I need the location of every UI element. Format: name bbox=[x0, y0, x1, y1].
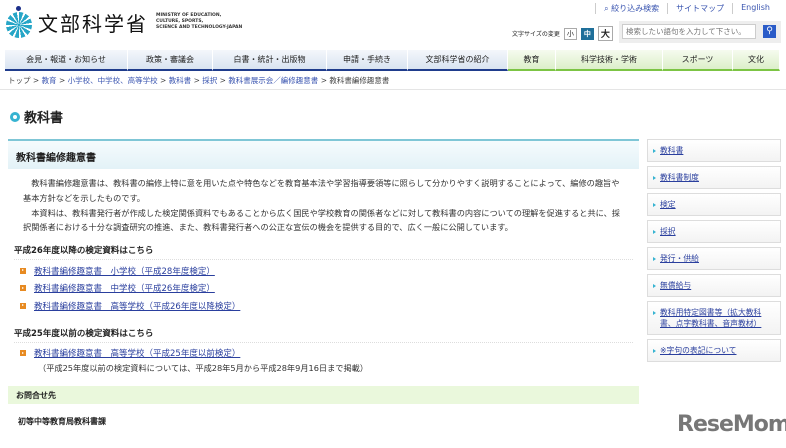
sidebar-item-system[interactable]: 教科書制度 bbox=[660, 173, 699, 182]
font-size-label: 文字サイズの変更 bbox=[512, 31, 560, 38]
sidebar-item-publishing[interactable]: 発行・供給 bbox=[660, 254, 699, 263]
logo-english: MINISTRY OF EDUCATION, CULTURE, SPORTS, SC… bbox=[156, 13, 243, 30]
main-content: 教科書編修趣意書 教科書編修趣意書は、教科書の編修上特に意を用いた点や特色などを… bbox=[8, 139, 639, 427]
nav-about[interactable]: 文部科学省の紹介 bbox=[408, 50, 508, 71]
divider bbox=[0, 89, 786, 90]
link-elementary[interactable]: 教科書編修趣意書 小学校（平成28年度検定） bbox=[34, 265, 215, 277]
nav-science[interactable]: 科学技術・学術 bbox=[556, 50, 663, 71]
breadcrumb-education[interactable]: 教育 bbox=[42, 76, 57, 85]
breadcrumb-textbooks[interactable]: 教科書 bbox=[169, 76, 192, 85]
font-size-small[interactable]: 小 bbox=[563, 27, 577, 40]
nav-culture[interactable]: 文化 bbox=[733, 50, 780, 71]
breadcrumb-schools[interactable]: 小学校、中学校、高等学校 bbox=[68, 76, 158, 85]
section-heading: 教科書編修趣意書 bbox=[8, 139, 639, 169]
link-high-school-old[interactable]: 教科書編修趣意書 高等学校（平成25年度以前検定） bbox=[34, 347, 240, 359]
list-item: 教科書編修趣意書 高等学校（平成26年度以降検定） bbox=[20, 297, 639, 315]
breadcrumb-top[interactable]: トップ bbox=[8, 76, 31, 85]
logo-emblem-icon bbox=[6, 6, 32, 38]
breadcrumb-adoption[interactable]: 採択 bbox=[202, 76, 217, 85]
filter-search-link[interactable]: ⌕ 絞り込み検索 bbox=[595, 3, 667, 14]
logo-text: 文部科学省 bbox=[38, 11, 148, 36]
nav-education[interactable]: 教育 bbox=[508, 50, 556, 71]
arrow-bullet-icon bbox=[20, 350, 26, 357]
top-links: ⌕ 絞り込み検索 サイトマップ English bbox=[595, 3, 778, 14]
section-2014-onwards-title: 平成26年度以降の検定資料はこちら bbox=[14, 244, 633, 261]
breadcrumb-current: 教科書編修趣意書 bbox=[329, 76, 390, 85]
sidebar-item-adoption[interactable]: 採択 bbox=[660, 227, 676, 236]
sidebar-item-special-books[interactable]: 教科用特定図書等（拡大教科書、点字教科書、音声教材） bbox=[660, 308, 761, 328]
nav-press[interactable]: 会見・報道・お知らせ bbox=[5, 50, 128, 71]
section-2013-before-title: 平成25年度以前の検定資料はこちら bbox=[14, 327, 633, 343]
sidebar-item-textbooks[interactable]: 教科書 bbox=[660, 146, 683, 155]
circle-bullet-icon bbox=[10, 111, 20, 122]
link-junior-high[interactable]: 教科書編修趣意書 中学校（平成26年度検定） bbox=[34, 282, 215, 294]
intro-text: 教科書編修趣意書は、教科書の編修上特に意を用いた点や特色などを教育基本法や学習指… bbox=[23, 178, 620, 233]
breadcrumb-exhibition[interactable]: 教科書展示会／編修趣意書 bbox=[228, 76, 318, 85]
sidebar-item-free-supply[interactable]: 無償給与 bbox=[660, 281, 691, 290]
contact-department: 初等中等教育局教科書課 bbox=[18, 417, 106, 427]
search-icon: ⚲ bbox=[766, 26, 773, 36]
sidebar-item-authorization[interactable]: 検定 bbox=[660, 200, 676, 209]
arrow-bullet-icon bbox=[20, 302, 26, 309]
publication-note: （平成25年度以前の検定資料については、平成28年5月から平成28年9月16日ま… bbox=[38, 363, 369, 374]
search-box: ⚲ bbox=[619, 21, 781, 43]
nav-applications[interactable]: 申請・手続き bbox=[327, 50, 408, 71]
contact-heading: お問合せ先 bbox=[8, 386, 639, 405]
nav-policy[interactable]: 政策・審議会 bbox=[128, 50, 213, 71]
search-button[interactable]: ⚲ bbox=[763, 25, 776, 38]
resemom-watermark: ReseMom bbox=[677, 412, 786, 437]
link-high-school[interactable]: 教科書編修趣意書 高等学校（平成26年度以降検定） bbox=[34, 300, 240, 312]
ministry-logo[interactable]: 文部科学省 MINISTRY OF EDUCATION, CULTURE, SPO… bbox=[6, 6, 242, 38]
nav-sports[interactable]: スポーツ bbox=[663, 50, 733, 71]
sitemap-link[interactable]: サイトマップ bbox=[667, 3, 732, 14]
sidebar-item-notation[interactable]: ※字句の表記について bbox=[660, 346, 736, 355]
search-input[interactable] bbox=[622, 24, 756, 39]
breadcrumb: トップ > 教育 > 小学校、中学校、高等学校 > 教科書 > 採択 > 教科書… bbox=[8, 76, 390, 85]
page-title: 教科書 bbox=[10, 107, 63, 126]
list-item: 教科書編修趣意書 中学校（平成26年度検定） bbox=[20, 280, 639, 298]
arrow-bullet-icon bbox=[20, 285, 26, 292]
font-size-medium[interactable]: 中 bbox=[580, 27, 594, 40]
arrow-bullet-icon bbox=[20, 267, 26, 274]
font-size-large[interactable]: 大 bbox=[597, 26, 613, 41]
font-size-switcher: 文字サイズの変更 小 中 大 bbox=[512, 26, 613, 41]
english-link[interactable]: English bbox=[732, 3, 778, 14]
list-item: 教科書編修趣意書 高等学校（平成25年度以前検定） bbox=[20, 345, 639, 363]
global-nav: 会見・報道・お知らせ 政策・審議会 白書・統計・出版物 申請・手続き 文部科学省… bbox=[5, 50, 780, 71]
sidebar: 教科書 教科書制度 検定 採択 発行・供給 無償給与 教科用特定図書等（拡大教科… bbox=[647, 139, 781, 366]
list-item: 教科書編修趣意書 小学校（平成28年度検定） bbox=[20, 262, 639, 280]
nav-publications[interactable]: 白書・統計・出版物 bbox=[213, 50, 327, 71]
